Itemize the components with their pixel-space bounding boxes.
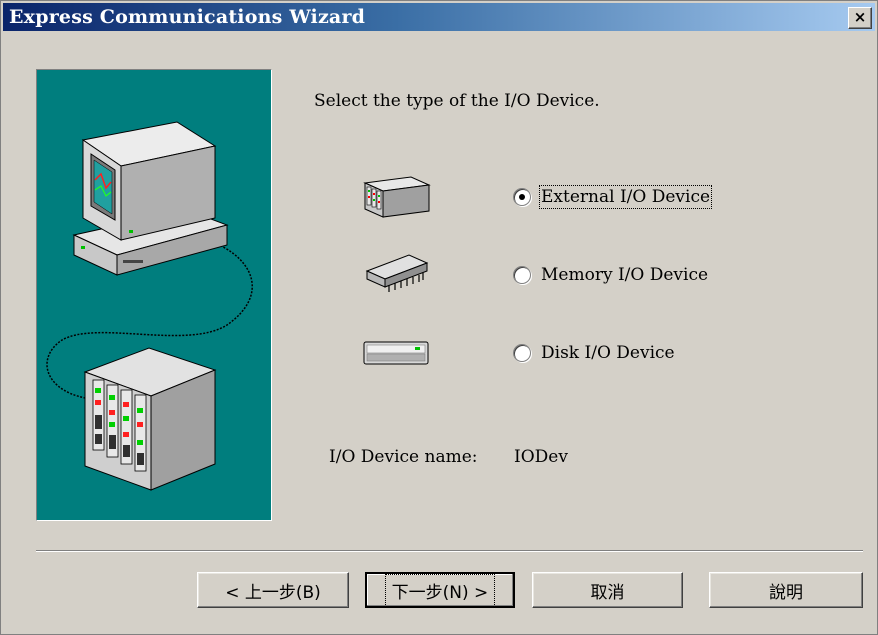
- close-button[interactable]: ×: [848, 7, 872, 29]
- option-label: External I/O Device: [538, 185, 713, 209]
- help-button[interactable]: 說明: [709, 572, 863, 608]
- wizard-dialog: Express Communications Wizard × Select t…: [0, 0, 878, 635]
- title-bar[interactable]: Express Communications Wizard ×: [3, 3, 875, 31]
- memory-chip-icon: [365, 254, 429, 292]
- radio-dot-icon: [519, 194, 525, 200]
- option-disk-io-device[interactable]: Disk I/O Device: [513, 341, 675, 365]
- option-memory-io-device[interactable]: Memory I/O Device: [513, 263, 708, 287]
- back-button[interactable]: < 上一步(B): [197, 572, 349, 608]
- instruction-text: Select the type of the I/O Device.: [314, 91, 600, 111]
- device-name-label: I/O Device name:: [329, 447, 478, 467]
- back-button-label: < 上一步(B): [225, 582, 321, 603]
- radio-button[interactable]: [513, 266, 531, 284]
- device-name-value: IODev: [514, 447, 568, 467]
- io-module-icon: [363, 176, 431, 218]
- cancel-button[interactable]: 取消: [532, 572, 683, 608]
- separator: [36, 550, 863, 552]
- computer-and-io-device-illustration: [46, 121, 253, 491]
- radio-button[interactable]: [513, 344, 531, 362]
- disk-drive-icon: [363, 341, 429, 365]
- option-label: Memory I/O Device: [541, 265, 709, 285]
- cancel-button-label: 取消: [590, 582, 625, 603]
- help-button-label: 說明: [769, 582, 803, 603]
- close-icon: ×: [853, 8, 867, 26]
- option-external-io-device[interactable]: External I/O Device: [513, 185, 713, 209]
- radio-button-selected[interactable]: [513, 188, 531, 206]
- window-title: Express Communications Wizard: [9, 6, 366, 28]
- next-button-label: 下一步(N) >: [384, 573, 496, 607]
- option-label: Disk I/O Device: [541, 343, 675, 363]
- next-button[interactable]: 下一步(N) >: [365, 572, 515, 608]
- wizard-illustration: [36, 69, 272, 521]
